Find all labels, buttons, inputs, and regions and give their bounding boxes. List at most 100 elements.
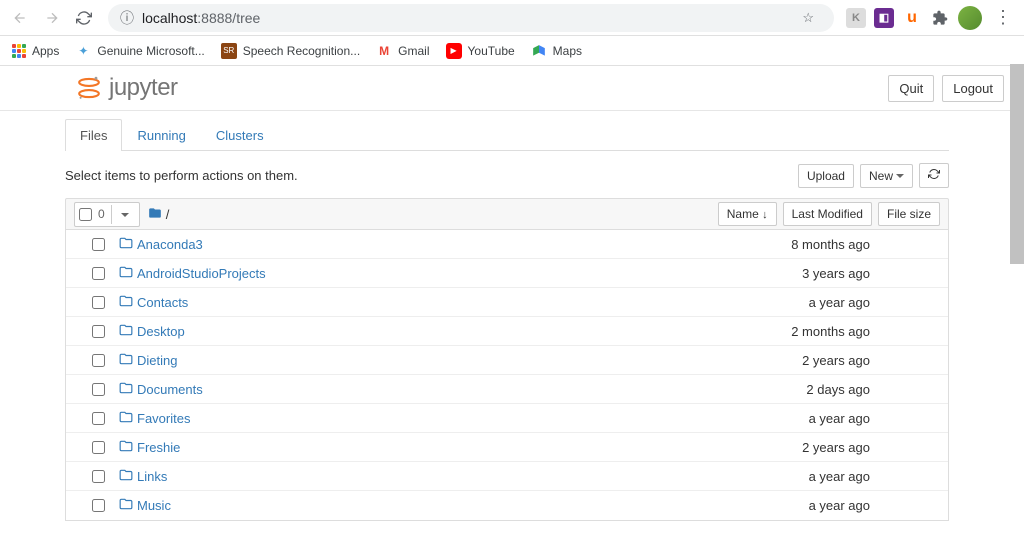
extensions-puzzle-icon[interactable] (930, 8, 950, 28)
file-checkbox[interactable] (92, 354, 105, 367)
file-checkbox[interactable] (92, 412, 105, 425)
file-row: Links a year ago (66, 462, 948, 491)
extension-o-icon[interactable]: ◧ (874, 8, 894, 28)
browser-toolbar: ⓘ localhost:8888/tree ☆ K ◧ u ⋮ (0, 0, 1024, 36)
profile-avatar[interactable] (958, 6, 982, 30)
breadcrumb: / (148, 206, 170, 223)
bookmark-label: Maps (553, 44, 582, 58)
file-row: Dieting 2 years ago (66, 346, 948, 375)
bookmark-label: Genuine Microsoft... (97, 44, 204, 58)
select-all-checkbox[interactable] (79, 208, 92, 221)
file-name-link[interactable]: Freshie (137, 440, 180, 455)
bookmarks-bar: Apps ✦ Genuine Microsoft... SR Speech Re… (0, 36, 1024, 66)
file-row: Contactsa year ago (66, 288, 948, 317)
file-name-link[interactable]: Desktop (137, 324, 185, 339)
main-content: Files Running Clusters Select items to p… (0, 119, 1024, 541)
forward-button[interactable] (40, 6, 64, 30)
file-checkbox[interactable] (92, 325, 105, 338)
extension-k-icon[interactable]: K (846, 8, 866, 28)
file-row: Desktop 2 months ago (66, 317, 948, 346)
reload-button[interactable] (72, 6, 96, 30)
file-row: AndroidStudioProjects3 years ago (66, 259, 948, 288)
tab-files[interactable]: Files (65, 119, 122, 151)
file-list: Anaconda38 months agoAndroidStudioProjec… (65, 230, 949, 521)
file-row: Favorites a year ago (66, 404, 948, 433)
quit-button[interactable]: Quit (888, 75, 934, 102)
file-modified: a year ago (809, 498, 940, 513)
file-name-link[interactable]: Documents (137, 382, 203, 397)
folder-home-icon[interactable] (148, 206, 162, 223)
file-checkbox[interactable] (92, 238, 105, 251)
file-name-link[interactable]: Contacts (137, 295, 188, 310)
file-modified: a year ago (809, 469, 940, 484)
folder-icon (119, 468, 133, 485)
bookmark-gmail[interactable]: M Gmail (376, 43, 429, 59)
jupyter-logo-icon (75, 74, 103, 102)
refresh-button[interactable] (919, 163, 949, 188)
file-checkbox[interactable] (92, 499, 105, 512)
apps-icon (12, 44, 26, 58)
bookmark-label: Speech Recognition... (243, 44, 360, 58)
file-name-link[interactable]: Favorites (137, 411, 190, 426)
folder-icon (119, 439, 133, 456)
chevron-down-icon (896, 174, 904, 178)
toolbar-hint: Select items to perform actions on them. (65, 168, 298, 183)
file-modified: 2 months ago (791, 324, 940, 339)
new-button[interactable]: New (860, 164, 913, 188)
folder-icon (119, 410, 133, 427)
tab-clusters[interactable]: Clusters (201, 119, 279, 151)
bookmark-youtube[interactable]: ▶ YouTube (446, 43, 515, 59)
file-row: Anaconda38 months ago (66, 230, 948, 259)
file-name-link[interactable]: Links (137, 469, 167, 484)
file-checkbox[interactable] (92, 470, 105, 483)
youtube-icon: ▶ (446, 43, 462, 59)
bookmark-label: Apps (32, 44, 59, 58)
bookmark-maps[interactable]: Maps (531, 43, 582, 59)
maps-icon (531, 43, 547, 59)
sort-name-button[interactable]: Name ↓ (718, 202, 777, 226)
select-all-control[interactable]: 0 (74, 202, 140, 227)
file-name-link[interactable]: Anaconda3 (137, 237, 203, 252)
file-name-link[interactable]: AndroidStudioProjects (137, 266, 266, 281)
sort-modified-button[interactable]: Last Modified (783, 202, 872, 226)
folder-icon (119, 236, 133, 253)
file-checkbox[interactable] (92, 296, 105, 309)
bookmark-label: Gmail (398, 44, 429, 58)
scrollbar[interactable] (1010, 64, 1024, 264)
file-modified: a year ago (809, 411, 940, 426)
jupyter-logo-text: jupyter (109, 74, 178, 102)
bookmark-label: YouTube (468, 44, 515, 58)
select-dropdown-caret[interactable] (111, 205, 135, 224)
file-modified: 2 years ago (802, 353, 940, 368)
file-row: Music a year ago (66, 491, 948, 520)
file-checkbox[interactable] (92, 267, 105, 280)
folder-icon (119, 497, 133, 514)
address-bar[interactable]: ⓘ localhost:8888/tree ☆ (108, 4, 834, 32)
file-checkbox[interactable] (92, 441, 105, 454)
logout-button[interactable]: Logout (942, 75, 1004, 102)
tab-running[interactable]: Running (122, 119, 200, 151)
folder-icon (119, 323, 133, 340)
bookmark-apps[interactable]: Apps (12, 44, 59, 58)
jupyter-logo[interactable]: jupyter (75, 74, 178, 102)
microsoft-icon: ✦ (75, 43, 91, 59)
file-name-link[interactable]: Music (137, 498, 171, 513)
tab-bar: Files Running Clusters (65, 119, 949, 151)
file-name-link[interactable]: Dieting (137, 353, 177, 368)
refresh-icon (928, 168, 940, 180)
file-checkbox[interactable] (92, 383, 105, 396)
info-icon: ⓘ (120, 8, 134, 28)
extension-u-icon[interactable]: u (902, 8, 922, 28)
file-row: Documents2 days ago (66, 375, 948, 404)
bookmark-microsoft[interactable]: ✦ Genuine Microsoft... (75, 43, 204, 59)
bookmark-speech[interactable]: SR Speech Recognition... (221, 43, 360, 59)
sort-size-button[interactable]: File size (878, 202, 940, 226)
jupyter-header: jupyter Quit Logout (0, 66, 1024, 111)
back-button[interactable] (8, 6, 32, 30)
bookmark-star-icon[interactable]: ☆ (794, 10, 822, 26)
breadcrumb-root[interactable]: / (166, 207, 170, 222)
browser-menu-icon[interactable]: ⋮ (990, 7, 1016, 28)
extension-icons: K ◧ u ⋮ (846, 6, 1016, 30)
upload-button[interactable]: Upload (798, 164, 854, 188)
arrow-down-icon: ↓ (762, 209, 768, 221)
